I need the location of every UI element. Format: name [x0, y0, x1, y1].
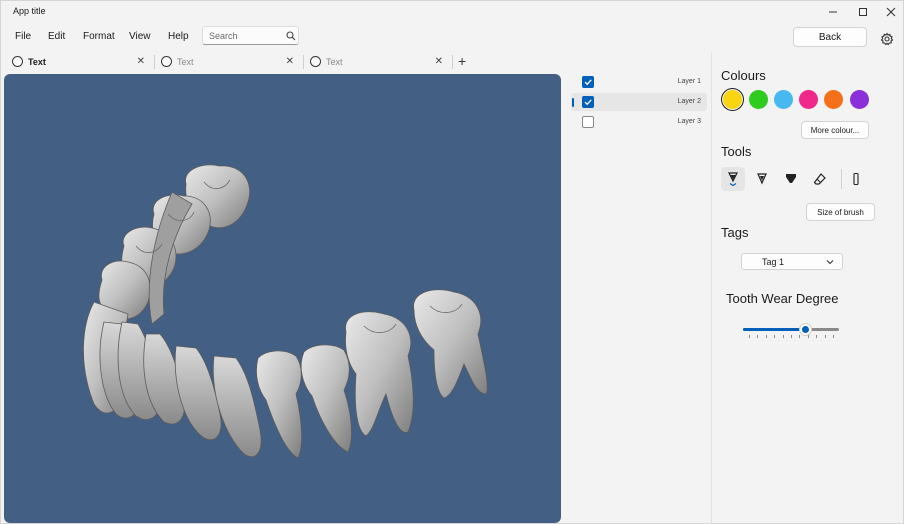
slider-tick — [807, 335, 809, 338]
size-of-brush-button[interactable]: Size of brush — [806, 203, 875, 221]
pen-icon — [757, 173, 767, 185]
app-window: App title File Edit Format View Help Bac… — [0, 0, 904, 524]
colour-swatch-green[interactable] — [749, 90, 768, 109]
slider-tick — [765, 335, 767, 338]
slider-tick — [782, 335, 784, 338]
colour-swatch-yellow[interactable] — [723, 90, 742, 109]
search-input[interactable] — [209, 29, 281, 42]
menu-edit[interactable]: Edit — [48, 31, 65, 42]
slider-tick — [799, 335, 801, 338]
menu-file[interactable]: File — [15, 31, 31, 42]
layer-checkbox[interactable] — [582, 116, 594, 128]
layer-label: Layer 1 — [677, 78, 701, 85]
tab-close-icon[interactable]: ✕ — [435, 56, 443, 67]
checkmark-icon — [584, 99, 592, 106]
tools-heading: Tools — [721, 144, 752, 159]
slider-thumb[interactable] — [799, 323, 813, 336]
ruler-icon — [853, 172, 859, 186]
tag-dropdown[interactable]: Tag 1 — [741, 253, 843, 270]
pen-dropdown-tool[interactable] — [721, 167, 745, 191]
tab-3[interactable]: Text ✕ — [299, 52, 449, 72]
minimize-icon — [829, 11, 837, 13]
slider-fill — [743, 328, 806, 331]
tab-1[interactable]: Text ✕ — [1, 52, 151, 72]
tab-strip: Text ✕ Text ✕ Text ✕ + — [1, 52, 561, 72]
tab-radio-icon — [12, 56, 23, 67]
tab-label: Text — [177, 57, 194, 67]
tab-close-icon[interactable]: ✕ — [286, 56, 294, 67]
maximize-icon — [859, 8, 867, 16]
slider-tick — [774, 335, 776, 338]
highlighter-tool[interactable] — [779, 167, 803, 191]
tab-label: Text — [326, 57, 343, 67]
menu-help[interactable]: Help — [168, 31, 189, 42]
tooth-wear-heading: Tooth Wear Degree — [726, 291, 839, 306]
dental-3d-viewport[interactable] — [4, 74, 561, 523]
search-box — [202, 26, 299, 45]
eraser-tool[interactable] — [808, 167, 832, 191]
tab-close-icon[interactable]: ✕ — [137, 56, 145, 67]
selection-indicator — [572, 98, 574, 107]
slider-tick — [757, 335, 759, 338]
add-tab-icon[interactable]: + — [458, 53, 466, 69]
colour-swatch-pink[interactable] — [799, 90, 818, 109]
minimize-button[interactable] — [816, 1, 850, 23]
layer-label: Layer 3 — [677, 118, 701, 125]
slider-tick — [824, 335, 826, 338]
checkmark-icon — [584, 79, 592, 86]
tab-radio-icon — [161, 56, 172, 67]
search-icon[interactable] — [285, 30, 297, 42]
tooth-wear-slider[interactable] — [743, 322, 841, 340]
colour-swatch-purple[interactable] — [850, 90, 869, 109]
tab-separator — [452, 55, 453, 69]
slider-tick — [816, 335, 818, 338]
layers-panel: Layer 1 Layer 2 Layer 3 — [571, 73, 709, 133]
more-colour-button[interactable]: More colour... — [801, 121, 869, 139]
chevron-down-icon — [826, 260, 834, 265]
layer-label: Layer 2 — [677, 98, 701, 105]
app-title: App title — [13, 6, 46, 16]
close-window-button[interactable] — [874, 1, 904, 23]
pen-tool[interactable] — [750, 167, 774, 191]
tab-2[interactable]: Text ✕ — [150, 52, 300, 72]
colours-heading: Colours — [721, 68, 766, 83]
eraser-icon — [813, 173, 826, 185]
slider-tick — [791, 335, 792, 338]
colour-swatch-blue[interactable] — [774, 90, 793, 109]
layer-row-1[interactable]: Layer 1 — [571, 73, 707, 91]
layer-row-3[interactable]: Layer 3 — [571, 113, 707, 131]
tools-separator — [841, 169, 842, 189]
title-bar: App title — [1, 1, 904, 23]
slider-tick — [749, 335, 750, 338]
menu-view[interactable]: View — [129, 31, 151, 42]
tab-radio-icon — [310, 56, 321, 67]
menu-bar: File Edit Format View Help — [1, 23, 904, 51]
highlighter-icon — [786, 174, 796, 183]
tag-dropdown-value: Tag 1 — [762, 257, 785, 267]
tab-label: Text — [28, 57, 46, 67]
dental-arch-model — [83, 164, 488, 459]
back-button[interactable]: Back — [793, 27, 867, 47]
tags-heading: Tags — [721, 225, 749, 240]
layer-row-2[interactable]: Layer 2 — [571, 93, 707, 111]
pen-dropdown-icon — [728, 172, 738, 187]
layer-checkbox[interactable] — [582, 76, 594, 88]
menu-format[interactable]: Format — [83, 31, 115, 42]
colour-swatch-orange[interactable] — [824, 90, 843, 109]
gear-icon[interactable] — [880, 32, 894, 46]
slider-tick — [833, 335, 834, 338]
ruler-tool[interactable] — [844, 167, 868, 191]
panel-divider — [711, 52, 712, 524]
close-icon — [886, 7, 896, 17]
layer-checkbox[interactable] — [582, 96, 594, 108]
